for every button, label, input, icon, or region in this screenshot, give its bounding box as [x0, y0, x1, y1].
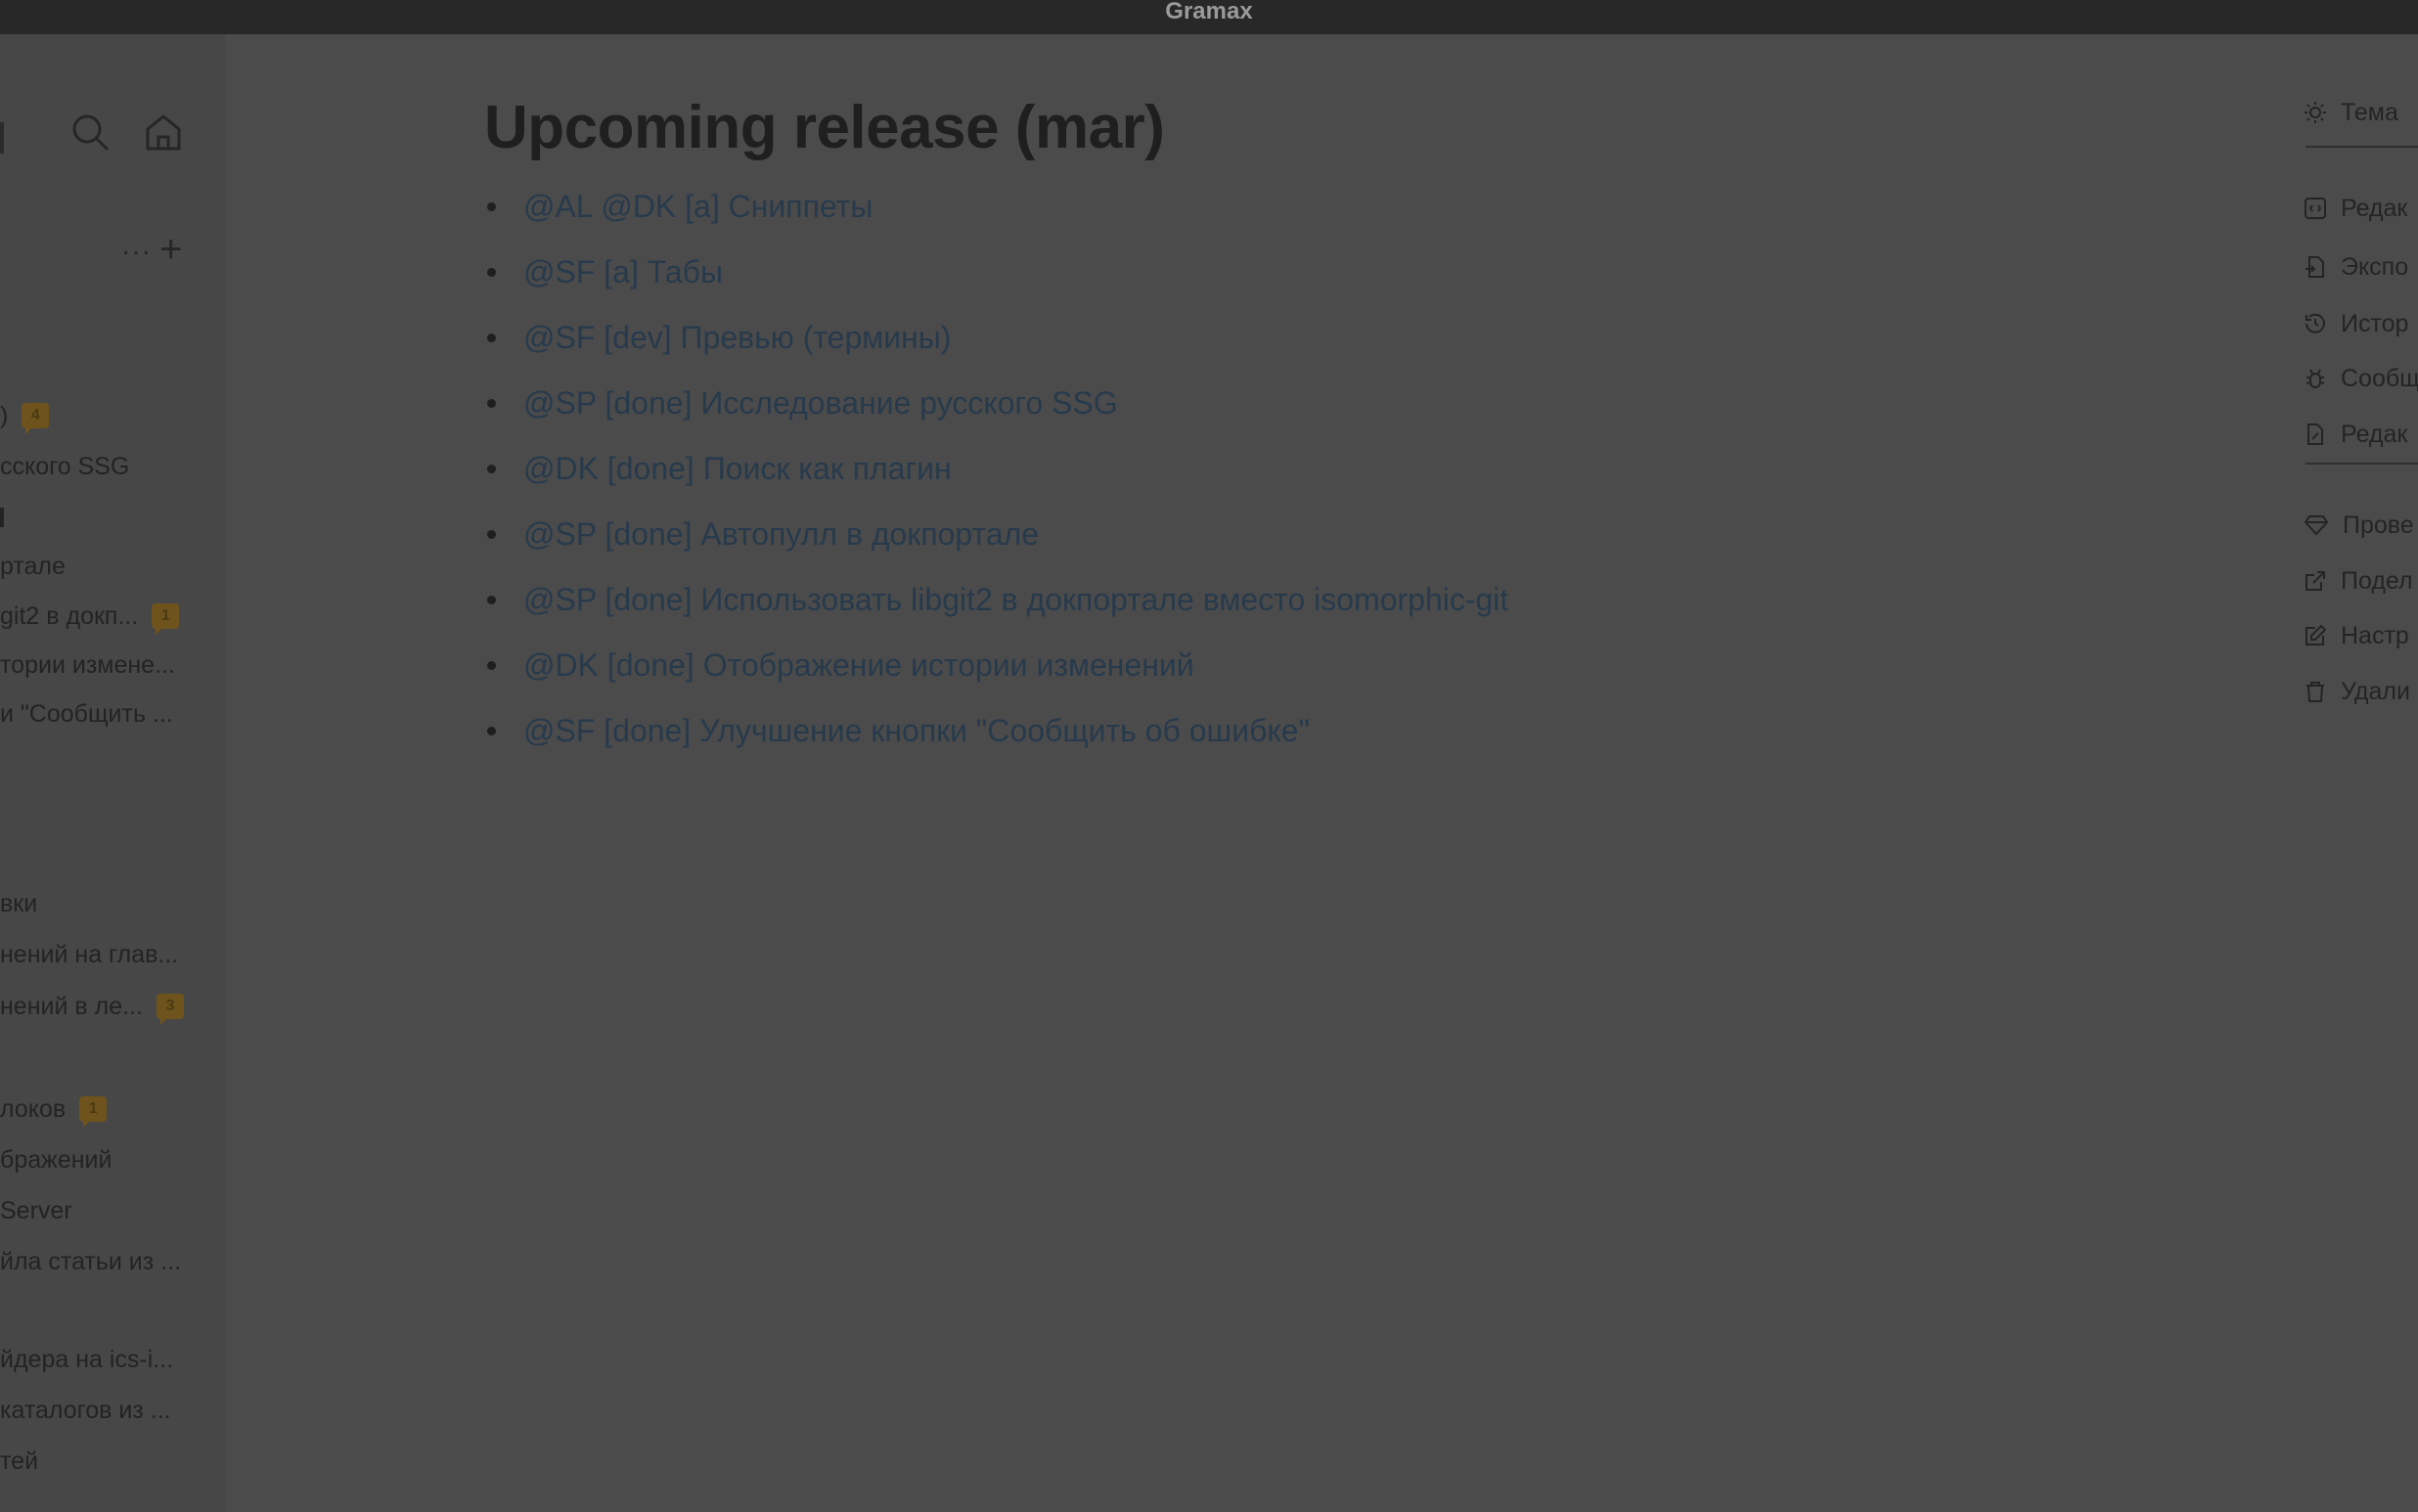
sidebar-item-label: локов — [0, 1094, 67, 1123]
sidebar-item-label: йла статьи из ... — [0, 1247, 182, 1275]
history-icon — [2306, 313, 2325, 334]
bug-icon — [2306, 369, 2325, 388]
release-item-link[interactable]: @DK [done] Отображение истории изменений — [484, 645, 2245, 710]
sidebar-item-label: тей — [0, 1446, 39, 1475]
sidebar-item[interactable]: тории измене... — [0, 647, 175, 683]
review-action[interactable]: Прове — [2304, 509, 2414, 542]
sidebar-item[interactable]: каталогов из ... — [0, 1393, 171, 1428]
action-label: Удали — [2341, 677, 2410, 705]
settings-action[interactable]: Настр — [2304, 619, 2409, 652]
sidebar-item[interactable]: Server — [0, 1193, 72, 1228]
release-item-link[interactable]: @SF [done] Улучшение кнопки "Сообщить об… — [484, 710, 2245, 776]
delete-action[interactable]: Удали — [2304, 675, 2410, 708]
action-label: Редак — [2341, 194, 2408, 222]
sidebar-item-label: йдера на ics-i... — [0, 1345, 174, 1373]
add-item-icon[interactable]: + — [159, 230, 182, 269]
external-link-icon — [2306, 571, 2325, 591]
comment-badge: 1 — [79, 1096, 108, 1128]
sidebar-item-label: git2 в докп... — [0, 601, 139, 630]
sidebar-item[interactable]: сского SSG — [0, 449, 129, 484]
sidebar-item-label: и "Сообщить ... — [0, 699, 173, 728]
sidebar-item[interactable]: йдера на ics-i... — [0, 1342, 173, 1377]
sidebar-item-label: тории измене... — [0, 650, 175, 679]
comment-badge: 3 — [156, 994, 184, 1025]
window-titlebar: Gramax — [0, 0, 2418, 34]
comment-badge: 4 — [22, 403, 50, 434]
sidebar-item[interactable]: ) 4 — [0, 398, 50, 434]
sidebar-item-label: бражений — [0, 1145, 112, 1174]
release-list: @AL @DK [a] Сниппеты @SF [a] Табы @SF [d… — [484, 186, 2245, 776]
sidebar-item[interactable]: вки — [0, 886, 37, 921]
page-title: Upcoming release (mar) — [484, 94, 1165, 161]
article-actions-panel: Тема Редак Экспо Истор Сообщ Редак Прове… — [2304, 34, 2418, 1512]
share-action[interactable]: Подел — [2304, 564, 2413, 598]
sidebar-item[interactable]: тей — [0, 1444, 38, 1479]
action-label: Настр — [2341, 621, 2409, 649]
sidebar-item-label: нений в ле... — [0, 992, 143, 1020]
divider — [2306, 463, 2418, 465]
text-fragment — [0, 508, 4, 527]
theme-label: Тема — [2341, 98, 2398, 126]
sidebar-item[interactable]: нений в ле... 3 — [0, 989, 184, 1025]
sidebar-item-label: ) — [0, 401, 9, 429]
sidebar-item[interactable]: ртале — [0, 549, 66, 584]
divider — [2306, 146, 2418, 148]
pencil-square-icon — [2306, 624, 2327, 645]
sidebar-item[interactable] — [0, 500, 4, 535]
sidebar-toggle-icon[interactable] — [0, 122, 4, 154]
release-item-link[interactable]: @AL @DK [a] Сниппеты — [484, 186, 2245, 251]
release-item-link[interactable]: @SP [done] Использовать libgit2 в докпор… — [484, 579, 2245, 645]
article-content: Upcoming release (mar) @AL @DK [a] Снипп… — [484, 93, 2245, 776]
release-item-link[interactable]: @SF [dev] Превью (термины) — [484, 317, 2245, 382]
comment-badge: 1 — [152, 603, 180, 635]
edit-markdown-action[interactable]: Редак — [2304, 192, 2407, 225]
file-edit-icon — [2307, 423, 2323, 445]
report-bug-action[interactable]: Сообщ — [2304, 362, 2418, 395]
release-item-link[interactable]: @SF [a] Табы — [484, 251, 2245, 317]
home-icon[interactable] — [142, 111, 185, 154]
sidebar-item-label: сского SSG — [0, 452, 130, 480]
sidebar: ··· + ) 4 сского SSG ртале git2 в докп...… — [0, 34, 225, 1512]
sidebar-header — [0, 75, 225, 154]
sidebar-item-label: нений на глав... — [0, 940, 179, 968]
theme-toggle[interactable]: Тема — [2304, 96, 2398, 129]
action-label: Экспо — [2341, 252, 2409, 281]
trash-icon — [2306, 682, 2324, 702]
action-label: Подел — [2341, 566, 2413, 595]
sidebar-item[interactable]: git2 в докп... 1 — [0, 599, 180, 635]
sidebar-item[interactable]: бражений — [0, 1142, 112, 1178]
action-label: Сообщ — [2341, 364, 2418, 392]
action-label: Истор — [2341, 309, 2409, 337]
app-title: Gramax — [1165, 0, 1253, 24]
edit-properties-action[interactable]: Редак — [2304, 418, 2407, 451]
sun-icon — [2305, 102, 2326, 123]
sidebar-item-label: Server — [0, 1196, 72, 1224]
file-export-icon — [2306, 256, 2324, 278]
history-action[interactable]: Истор — [2304, 307, 2408, 340]
sidebar-item[interactable]: йла статьи из ... — [0, 1244, 181, 1279]
search-icon[interactable] — [68, 111, 112, 154]
sidebar-item[interactable]: нений на глав... — [0, 937, 178, 972]
release-item-link[interactable]: @SP [done] Автопулл в докпортале — [484, 513, 2245, 579]
code-icon — [2305, 198, 2326, 219]
sidebar-item-label: ртале — [0, 552, 66, 580]
action-label: Редак — [2341, 420, 2408, 448]
release-item-link[interactable]: @SP [done] Исследование русского SSG — [484, 382, 2245, 448]
sidebar-item-label: каталогов из ... — [0, 1396, 171, 1424]
action-label: Прове — [2343, 511, 2414, 539]
release-item-link[interactable]: @DK [done] Поиск как плагин — [484, 448, 2245, 513]
sidebar-toolbar: ··· + — [0, 226, 225, 285]
sidebar-item[interactable]: и "Сообщить ... — [0, 696, 173, 732]
sidebar-item-label: вки — [0, 889, 38, 917]
sidebar-item[interactable]: локов 1 — [0, 1091, 108, 1128]
more-options-icon[interactable]: ··· — [121, 236, 152, 267]
export-action[interactable]: Экспо — [2304, 250, 2408, 284]
gem-icon — [2304, 515, 2329, 536]
